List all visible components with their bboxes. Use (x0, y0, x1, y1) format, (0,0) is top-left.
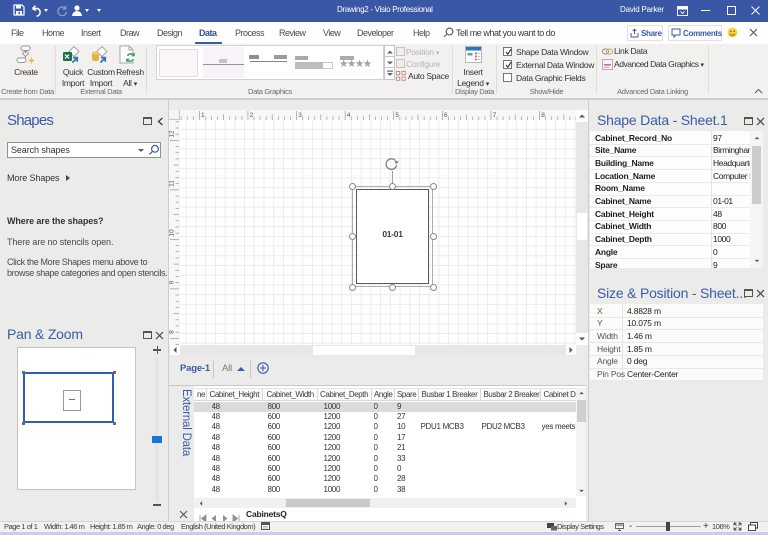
svg-text:6: 6 (444, 112, 448, 119)
svg-text:9: 9 (169, 280, 176, 284)
svg-text:10: 10 (169, 229, 176, 237)
svg-text:12: 12 (169, 130, 176, 138)
svg-text:2: 2 (250, 112, 254, 119)
svg-text:4: 4 (347, 112, 351, 119)
svg-text:5: 5 (395, 112, 399, 119)
svg-text:7: 7 (493, 112, 497, 119)
svg-text:11: 11 (169, 180, 176, 187)
svg-text:1: 1 (201, 112, 205, 119)
svg-text:8: 8 (541, 112, 545, 119)
svg-text:3: 3 (298, 112, 302, 119)
svg-text:8: 8 (169, 330, 176, 334)
